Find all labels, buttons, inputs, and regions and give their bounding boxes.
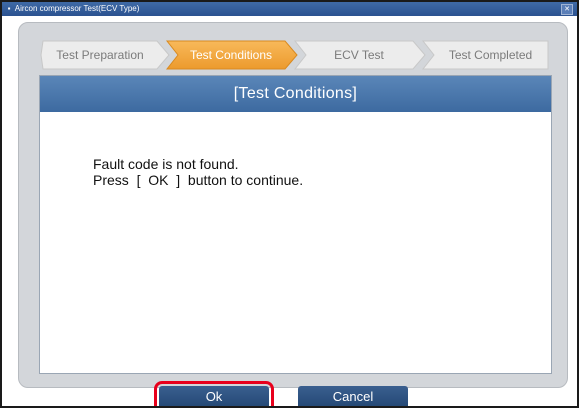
step-indicator: Test Preparation Test Conditions ECV Tes: [39, 40, 550, 70]
close-icon: ✕: [564, 6, 570, 13]
close-button[interactable]: ✕: [561, 4, 573, 15]
step-label: ECV Test: [334, 48, 384, 62]
content-frame: Test Preparation Test Conditions ECV Tes: [18, 22, 568, 388]
dialog-window: ▪ Aircon compressor Test(ECV Type) ✕ Tes…: [0, 0, 579, 408]
ok-button[interactable]: Ok: [154, 381, 274, 406]
step-label: Test Conditions: [189, 48, 273, 62]
step-test-completed: Test Completed: [421, 40, 550, 70]
test-panel: [Test Conditions] Fault code is not foun…: [39, 75, 552, 374]
window-title: Aircon compressor Test(ECV Type): [14, 4, 140, 13]
step-test-preparation: Test Preparation: [39, 40, 171, 70]
app-icon: ▪: [7, 4, 11, 13]
title-bar: ▪ Aircon compressor Test(ECV Type) ✕: [2, 2, 577, 16]
button-bar: Ok Cancel: [2, 381, 577, 406]
panel-header: [Test Conditions]: [40, 76, 551, 112]
step-test-conditions: Test Conditions: [165, 40, 299, 70]
message-line-1: Fault code is not found.: [93, 156, 239, 172]
step-ecv-test: ECV Test: [293, 40, 427, 70]
step-label: Test Preparation: [56, 48, 144, 62]
step-label: Test Completed: [448, 48, 533, 62]
status-message: Fault code is not found. Press [ OK ] bu…: [93, 156, 303, 188]
message-line-2: Press [ OK ] button to continue.: [93, 172, 304, 188]
cancel-button[interactable]: Cancel: [298, 386, 408, 406]
